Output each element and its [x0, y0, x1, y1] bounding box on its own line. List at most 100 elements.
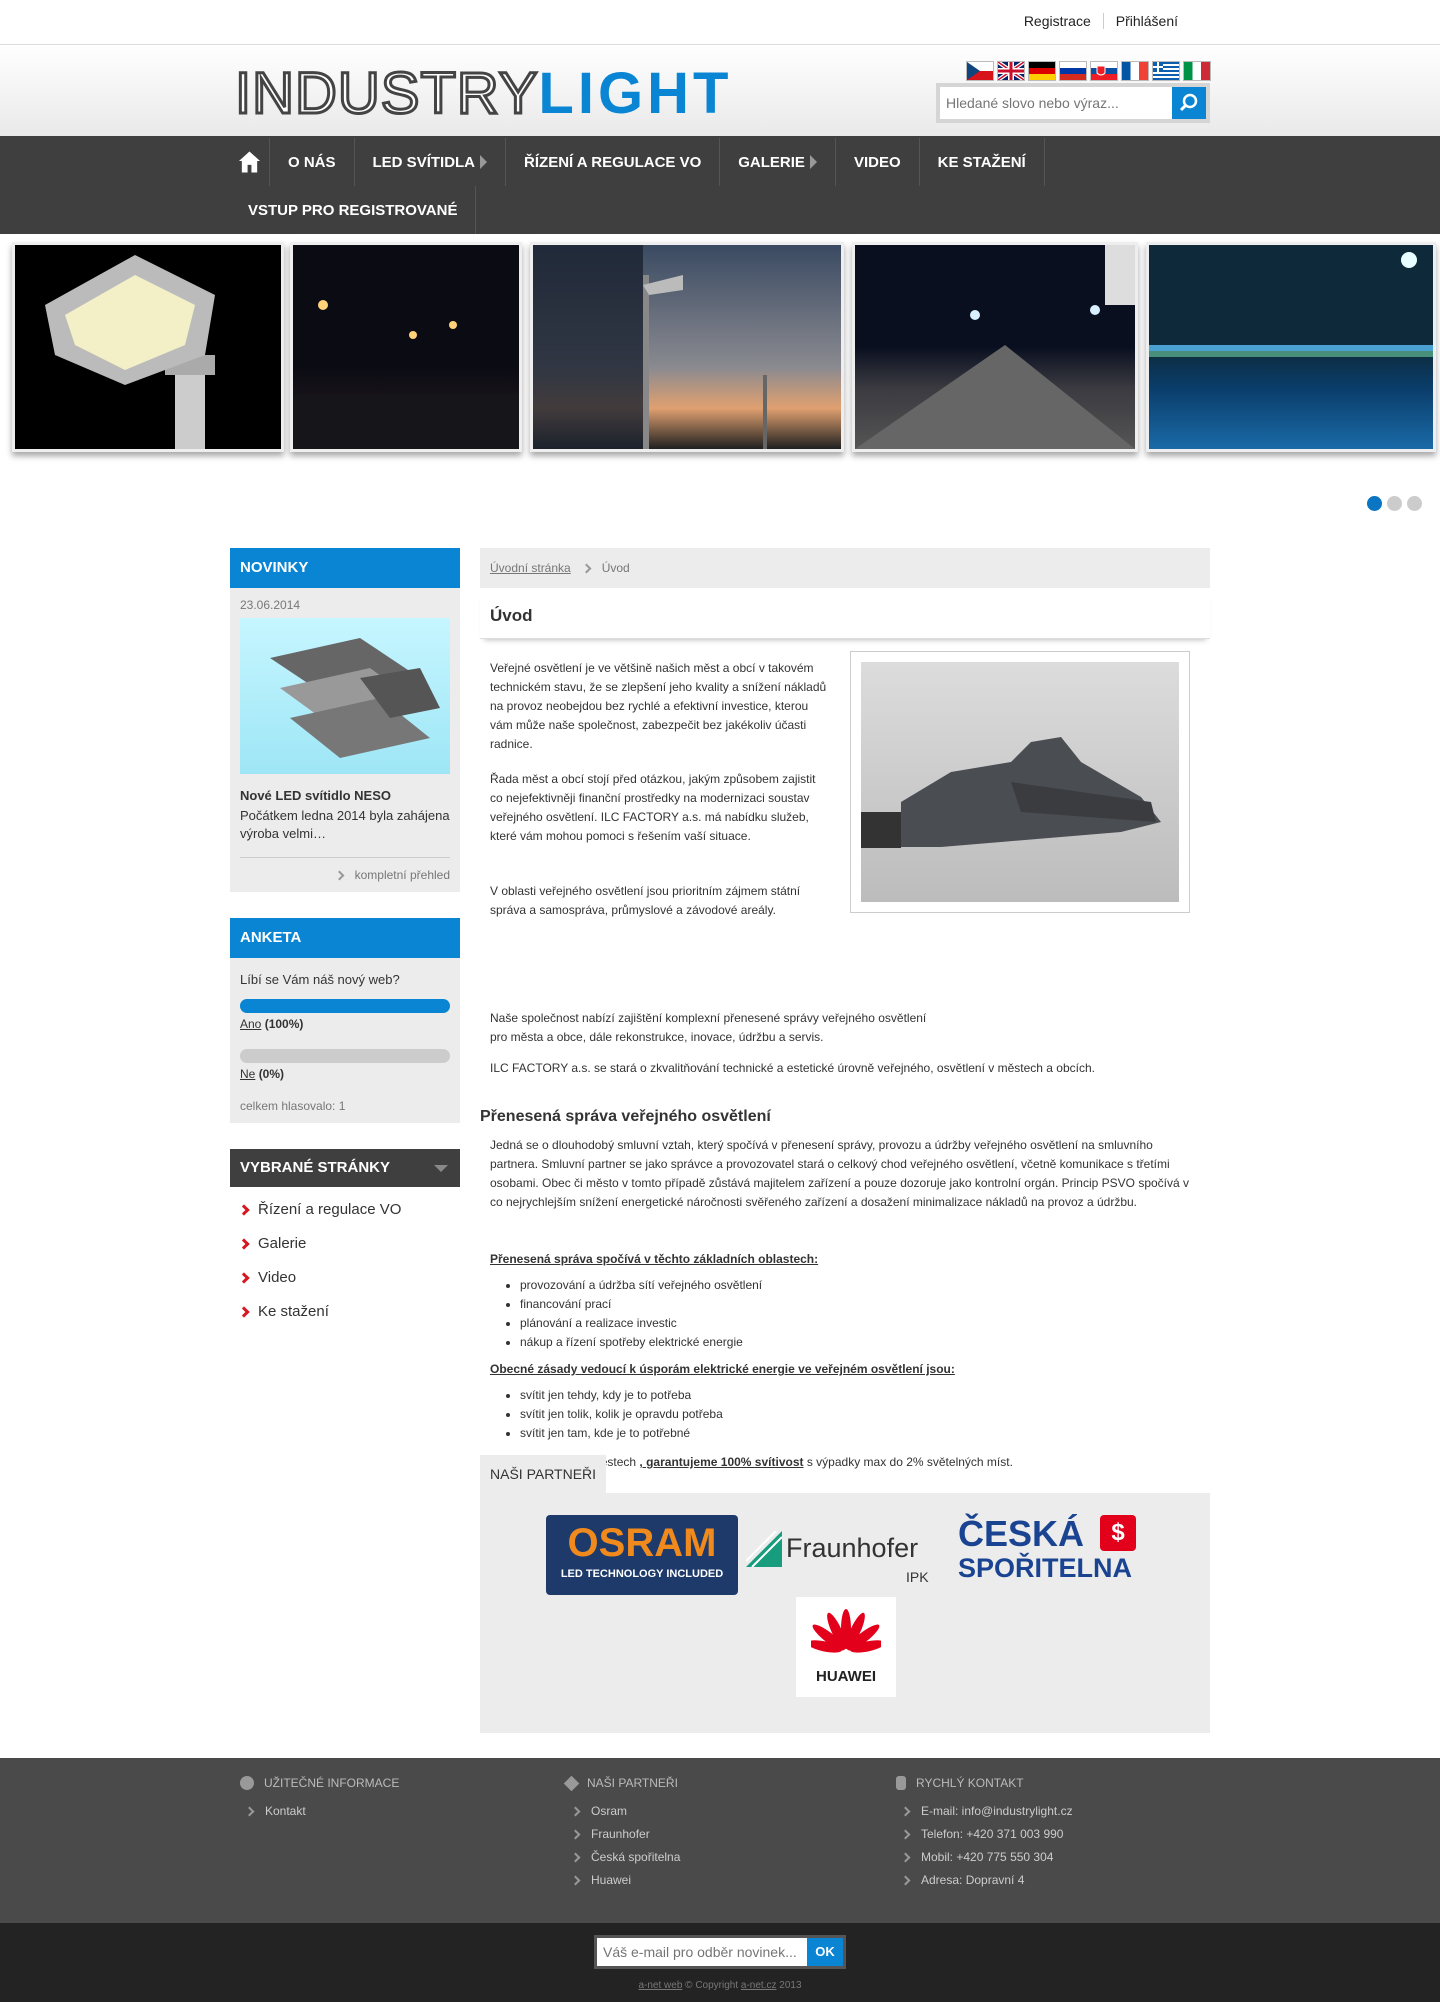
nav-ke-stazeni[interactable]: KE STAŽENÍ	[920, 138, 1045, 186]
nav-o-nas[interactable]: O NÁS	[270, 138, 355, 186]
footer-link[interactable]: Česká spořitelna	[566, 1846, 680, 1869]
slide-image-lamp[interactable]	[12, 242, 284, 452]
submenu-arrow-icon	[809, 155, 817, 169]
selected-page-link[interactable]: Galerie	[230, 1227, 460, 1261]
logo[interactable]: INDUSTRYLIGHT	[233, 63, 732, 124]
content-paragraph: Naše společnost nabízí zajištění komplex…	[490, 1011, 927, 1044]
footer-link[interactable]: Huawei	[566, 1869, 680, 1892]
chevron-right-icon	[238, 1272, 250, 1284]
slider-dot[interactable]	[1367, 496, 1382, 511]
breadcrumb-current: Úvod	[601, 561, 630, 575]
newsletter-email-input[interactable]	[597, 1938, 807, 1966]
list-item: svítit jen tolik, kolik je opravdu potře…	[520, 1405, 1210, 1424]
copyright-link[interactable]: a-net web	[638, 1980, 682, 1991]
poll-answer-no[interactable]: Ne	[240, 1067, 255, 1081]
bottom-bar: OK a-net web © Copyright a-net.cz 2013	[0, 1923, 1440, 2002]
nav-label: KE STAŽENÍ	[937, 153, 1026, 171]
flag-fr-icon[interactable]	[1121, 61, 1149, 81]
chevron-right-icon	[570, 1829, 581, 1840]
footer-contact-item: Telefon: +420 371 003 990	[896, 1823, 1073, 1846]
footer-link[interactable]: Kontakt	[240, 1800, 399, 1823]
logo-part1: INDUSTRY	[233, 61, 539, 126]
footer-link-label: Huawei	[591, 1873, 632, 1887]
nav-registered[interactable]: VSTUP PRO REGISTROVANÉ	[230, 186, 477, 234]
selected-pages: VYBRANÉ STRÁNKY Řízení a regulace VO Gal…	[230, 1149, 460, 1329]
footer-contact-item[interactable]: E-mail: info@industrylight.cz	[896, 1800, 1073, 1823]
footer-column-title: RYCHLÝ KONTAKT	[916, 1776, 1024, 1790]
list-item: svítit jen tam, kde je to potřebné	[520, 1424, 1210, 1443]
selected-pages-title[interactable]: VYBRANÉ STRÁNKY	[230, 1149, 460, 1187]
slide-image-night-street[interactable]	[290, 242, 522, 452]
slider-dots	[1367, 496, 1422, 511]
flag-en-icon[interactable]	[997, 61, 1025, 81]
nav-label: LED SVÍTIDLA	[372, 153, 476, 171]
footer-contact-label: Mobil: +420 775 550 304	[921, 1850, 1054, 1864]
top-bar: Registrace Přihlášení	[0, 0, 1440, 45]
footer-link-label: Osram	[591, 1804, 627, 1818]
chevron-right-icon	[570, 1875, 581, 1886]
selected-pages-label: VYBRANÉ STRÁNKY	[240, 1159, 391, 1176]
info-icon	[240, 1776, 254, 1790]
lamp-photo[interactable]	[850, 651, 1190, 913]
flag-it-icon[interactable]	[1183, 61, 1211, 81]
poll-answer-yes[interactable]: Ano	[240, 1017, 261, 1031]
slider-dot[interactable]	[1407, 496, 1422, 511]
chevron-right-icon	[570, 1806, 581, 1817]
list-item: plánování a realizace investic	[520, 1314, 1210, 1333]
footer-link[interactable]: Osram	[566, 1800, 680, 1823]
login-link[interactable]: Přihlášení	[1102, 13, 1190, 29]
section-heading: Přenesená správa veřejného osvětlení	[480, 1108, 771, 1125]
slide-image-lake-night[interactable]	[1146, 242, 1436, 452]
search-input[interactable]	[940, 87, 1170, 119]
search-button[interactable]	[1172, 87, 1206, 119]
selected-page-link[interactable]: Ke stažení	[230, 1295, 460, 1329]
news-image[interactable]	[240, 618, 450, 774]
principles-list: svítit jen tehdy, kdy je to potřeba svít…	[480, 1386, 1210, 1443]
flag-cz-icon[interactable]	[966, 61, 994, 81]
nav-led-svitidla[interactable]: LED SVÍTIDLA	[355, 138, 507, 186]
content-paragraph: Jedná se o dlouhodobý smluvní vztah, kte…	[490, 1138, 1190, 1209]
nav-label: O NÁS	[288, 153, 336, 171]
chevron-right-icon	[238, 1306, 250, 1318]
nav-galerie[interactable]: GALERIE	[720, 138, 836, 186]
fraunhofer-logo[interactable]: Fraunhofer IPK	[746, 1527, 942, 1587]
newsletter-submit-button[interactable]: OK	[807, 1938, 843, 1966]
flag-gr-icon[interactable]	[1152, 61, 1180, 81]
news-item-title[interactable]: Nové LED svítidlo NESO	[240, 788, 450, 803]
footer-contact-label: Telefon: +420 371 003 990	[921, 1827, 1064, 1841]
footer-link[interactable]: Fraunhofer	[566, 1823, 680, 1846]
flag-ru-icon[interactable]	[1059, 61, 1087, 81]
breadcrumb-home[interactable]: Úvodní stránka	[490, 561, 571, 575]
slide-image-bridge[interactable]	[852, 242, 1138, 452]
selected-page-link[interactable]: Řízení a regulace VO	[230, 1193, 460, 1227]
slider-dot[interactable]	[1387, 496, 1402, 511]
areas-list: provozování a údržba sítí veřejného osvě…	[480, 1276, 1210, 1352]
news-more-link[interactable]: kompletní přehled	[240, 857, 450, 882]
fraunhofer-logo-text: Fraunhofer	[786, 1533, 919, 1563]
list-item: svítit jen tehdy, kdy je to potřeba	[520, 1386, 1210, 1405]
huawei-logo-text: HUAWEI	[816, 1668, 876, 1685]
huawei-logo[interactable]: HUAWEI	[796, 1597, 896, 1697]
selected-page-link[interactable]: Video	[230, 1261, 460, 1295]
submenu-arrow-icon	[480, 155, 488, 169]
copyright-link[interactable]: a-net.cz	[741, 1980, 777, 1991]
nav-home[interactable]	[230, 138, 270, 186]
nav-video[interactable]: VIDEO	[836, 138, 920, 186]
osram-logo[interactable]: OSRAM LED TECHNOLOGY INCLUDED	[546, 1515, 738, 1595]
register-link[interactable]: Registrace	[1012, 13, 1103, 29]
chevron-down-icon	[434, 1165, 448, 1172]
nav-rizeni[interactable]: ŘÍZENÍ A REGULACE VO	[506, 138, 721, 186]
chevron-right-icon	[570, 1852, 581, 1863]
flag-sk-icon[interactable]	[1090, 61, 1118, 81]
poll-pct-yes: (100%)	[264, 1017, 304, 1031]
fraunhofer-logo-subtext: IPK	[906, 1569, 929, 1585]
chevron-right-icon	[244, 1806, 255, 1817]
ceska-sporitelna-logo[interactable]: ČESKÁ SPOŘITELNA $	[958, 1515, 1138, 1595]
poll-box: ANKETA Líbí se Vám náš nový web? Ano (10…	[230, 918, 460, 1123]
footer-info-column: UŽITEČNÉ INFORMACE Kontakt	[240, 1776, 399, 1823]
flag-de-icon[interactable]	[1028, 61, 1056, 81]
chevron-right-icon	[581, 563, 592, 574]
selected-page-label: Ke stažení	[258, 1303, 329, 1320]
poll-pct-no: (0%)	[258, 1067, 285, 1081]
slide-image-building-lamp[interactable]	[530, 242, 844, 452]
